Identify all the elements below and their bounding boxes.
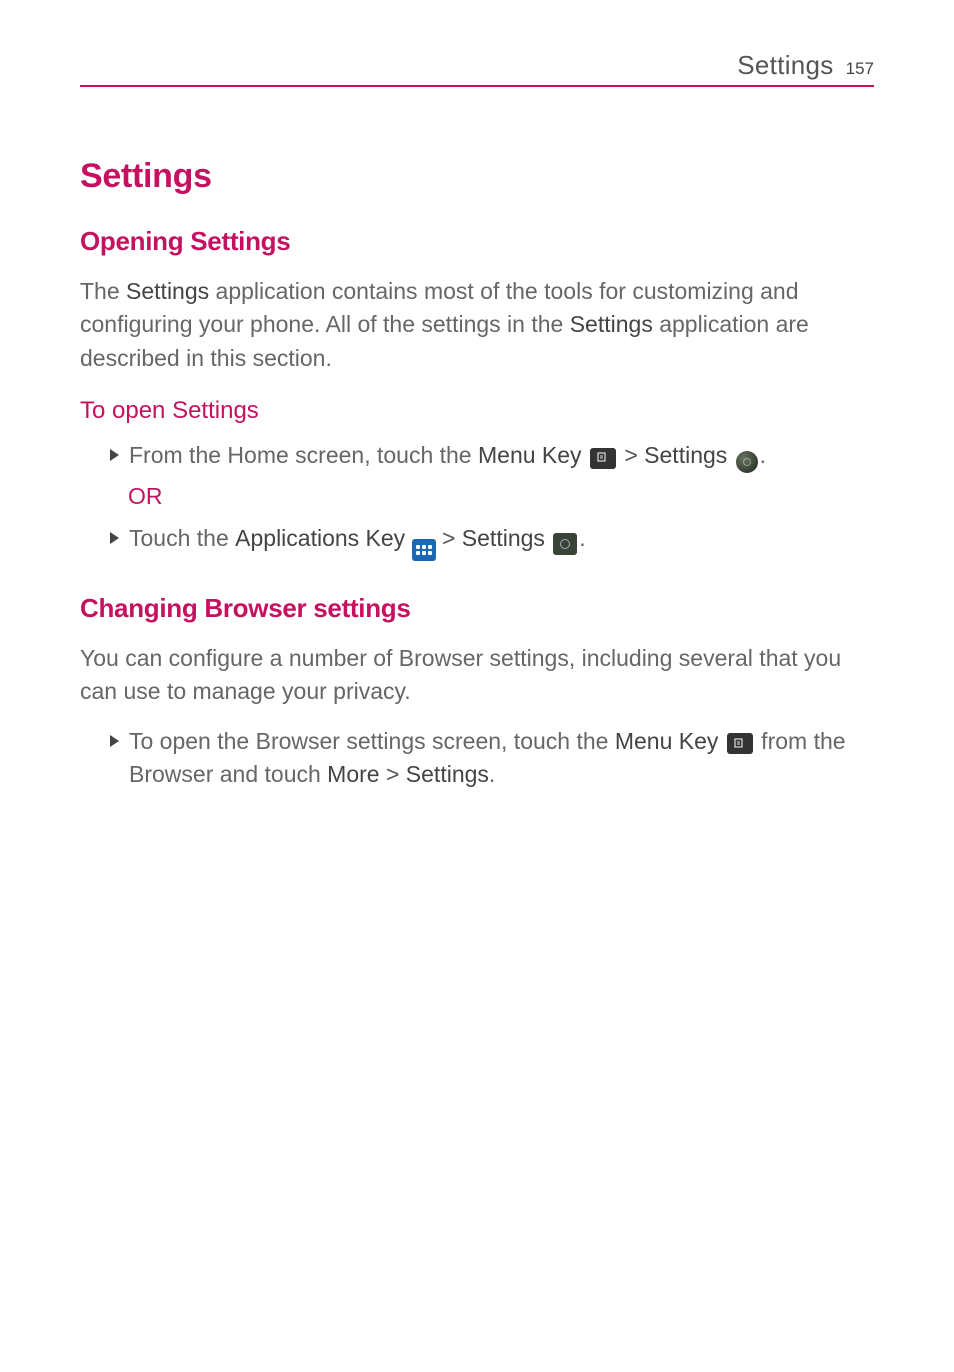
header-section-title: Settings: [737, 50, 833, 81]
browser-paragraph: You can configure a number of Browser se…: [80, 642, 874, 709]
or-divider: OR: [128, 483, 874, 510]
bullet-icon: [110, 735, 119, 747]
settings-square-icon: [553, 533, 577, 555]
opening-settings-heading: Opening Settings: [80, 226, 874, 257]
page-number: 157: [846, 59, 874, 79]
step-browser-settings: To open the Browser settings screen, tou…: [110, 725, 874, 792]
step-applications-key: Touch the Applications Key > Settings .: [110, 522, 874, 561]
menu-key-icon: [727, 733, 753, 754]
changing-browser-heading: Changing Browser settings: [80, 593, 874, 624]
bullet-icon: [110, 449, 119, 461]
page-content: Settings 157 Settings Opening Settings T…: [0, 0, 954, 791]
menu-key-icon: [590, 448, 616, 469]
page-title: Settings: [80, 157, 874, 196]
applications-key-icon: [412, 539, 436, 561]
bullet-icon: [110, 532, 119, 544]
opening-paragraph: The Settings application contains most o…: [80, 275, 874, 375]
to-open-settings-subheading: To open Settings: [80, 397, 874, 425]
page-header: Settings 157: [80, 50, 874, 87]
step-home-screen: From the Home screen, touch the Menu Key…: [110, 439, 874, 473]
settings-icon: [736, 451, 758, 473]
